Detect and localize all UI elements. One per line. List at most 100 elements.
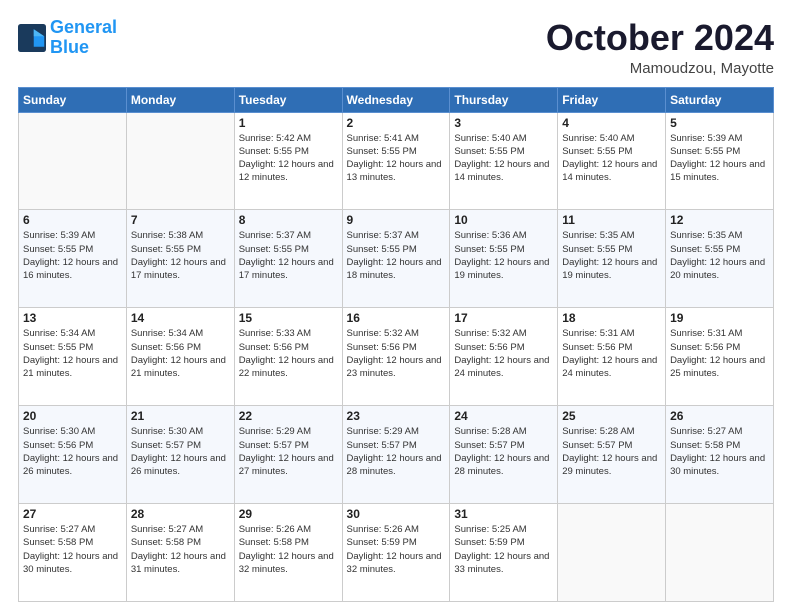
day-info: Sunrise: 5:41 AMSunset: 5:55 PMDaylight:… bbox=[347, 132, 446, 185]
calendar-cell: 18Sunrise: 5:31 AMSunset: 5:56 PMDayligh… bbox=[558, 308, 666, 406]
calendar-cell: 1 Sunrise: 5:42 AMSunset: 5:55 PMDaylight… bbox=[234, 112, 342, 210]
day-number: 16 bbox=[347, 311, 446, 325]
day-info: Sunrise: 5:26 AMSunset: 5:59 PMDaylight:… bbox=[347, 523, 446, 576]
page: General Blue October 2024 Mamoudzou, May… bbox=[0, 0, 792, 612]
day-info: Sunrise: 5:28 AMSunset: 5:57 PMDaylight:… bbox=[562, 425, 661, 478]
calendar-cell: 24 Sunrise: 5:28 AMSunset: 5:57 PMDayligh… bbox=[450, 406, 558, 504]
weekday-header: Saturday bbox=[666, 87, 774, 112]
day-number: 27 bbox=[23, 507, 122, 521]
day-number: 19 bbox=[670, 311, 769, 325]
calendar-cell: 25 Sunrise: 5:28 AMSunset: 5:57 PMDayligh… bbox=[558, 406, 666, 504]
day-number: 11 bbox=[562, 213, 661, 227]
day-number: 25 bbox=[562, 409, 661, 423]
day-number: 10 bbox=[454, 213, 553, 227]
day-info: Sunrise: 5:30 AMSunset: 5:56 PMDaylight:… bbox=[23, 425, 122, 478]
day-info: Sunrise: 5:42 AMSunset: 5:55 PMDaylight:… bbox=[239, 132, 338, 185]
logo-icon bbox=[18, 24, 46, 52]
logo-line1: General bbox=[50, 17, 117, 37]
day-info: Sunrise: 5:33 AMSunset: 5:56 PMDaylight:… bbox=[239, 327, 338, 380]
logo-line2: Blue bbox=[50, 37, 89, 57]
day-number: 30 bbox=[347, 507, 446, 521]
calendar-cell: 30 Sunrise: 5:26 AMSunset: 5:59 PMDayligh… bbox=[342, 504, 450, 602]
location: Mamoudzou, Mayotte bbox=[546, 60, 774, 77]
day-info: Sunrise: 5:26 AMSunset: 5:58 PMDaylight:… bbox=[239, 523, 338, 576]
calendar-cell: 20 Sunrise: 5:30 AMSunset: 5:56 PMDayligh… bbox=[19, 406, 127, 504]
logo: General Blue bbox=[18, 18, 117, 58]
day-number: 4 bbox=[562, 116, 661, 130]
weekday-header: Tuesday bbox=[234, 87, 342, 112]
title-block: October 2024 Mamoudzou, Mayotte bbox=[546, 18, 774, 77]
calendar-cell: 6 Sunrise: 5:39 AMSunset: 5:55 PMDaylight… bbox=[19, 210, 127, 308]
calendar-cell: 15 Sunrise: 5:33 AMSunset: 5:56 PMDayligh… bbox=[234, 308, 342, 406]
header: General Blue October 2024 Mamoudzou, May… bbox=[18, 18, 774, 77]
calendar-cell: 22Sunrise: 5:29 AMSunset: 5:57 PMDayligh… bbox=[234, 406, 342, 504]
day-number: 2 bbox=[347, 116, 446, 130]
calendar-cell: 8 Sunrise: 5:37 AMSunset: 5:55 PMDaylight… bbox=[234, 210, 342, 308]
day-info: Sunrise: 5:38 AMSunset: 5:55 PMDaylight:… bbox=[131, 229, 230, 282]
calendar-cell: 23Sunrise: 5:29 AMSunset: 5:57 PMDayligh… bbox=[342, 406, 450, 504]
calendar-cell: 4 Sunrise: 5:40 AMSunset: 5:55 PMDaylight… bbox=[558, 112, 666, 210]
day-number: 26 bbox=[670, 409, 769, 423]
day-info: Sunrise: 5:29 AMSunset: 5:57 PMDaylight:… bbox=[347, 425, 446, 478]
calendar-cell: 28 Sunrise: 5:27 AMSunset: 5:58 PMDayligh… bbox=[126, 504, 234, 602]
weekday-header: Wednesday bbox=[342, 87, 450, 112]
day-info: Sunrise: 5:37 AMSunset: 5:55 PMDaylight:… bbox=[239, 229, 338, 282]
day-info: Sunrise: 5:34 AMSunset: 5:55 PMDaylight:… bbox=[23, 327, 122, 380]
day-number: 20 bbox=[23, 409, 122, 423]
day-info: Sunrise: 5:28 AMSunset: 5:57 PMDaylight:… bbox=[454, 425, 553, 478]
day-number: 18 bbox=[562, 311, 661, 325]
day-info: Sunrise: 5:37 AMSunset: 5:55 PMDaylight:… bbox=[347, 229, 446, 282]
day-info: Sunrise: 5:27 AMSunset: 5:58 PMDaylight:… bbox=[670, 425, 769, 478]
day-info: Sunrise: 5:35 AMSunset: 5:55 PMDaylight:… bbox=[562, 229, 661, 282]
day-info: Sunrise: 5:31 AMSunset: 5:56 PMDaylight:… bbox=[670, 327, 769, 380]
day-number: 15 bbox=[239, 311, 338, 325]
weekday-header: Thursday bbox=[450, 87, 558, 112]
calendar-cell: 29Sunrise: 5:26 AMSunset: 5:58 PMDayligh… bbox=[234, 504, 342, 602]
day-number: 12 bbox=[670, 213, 769, 227]
day-number: 5 bbox=[670, 116, 769, 130]
day-number: 31 bbox=[454, 507, 553, 521]
day-info: Sunrise: 5:39 AMSunset: 5:55 PMDaylight:… bbox=[670, 132, 769, 185]
day-number: 24 bbox=[454, 409, 553, 423]
calendar-cell: 26 Sunrise: 5:27 AMSunset: 5:58 PMDayligh… bbox=[666, 406, 774, 504]
calendar-cell: 16 Sunrise: 5:32 AMSunset: 5:56 PMDayligh… bbox=[342, 308, 450, 406]
logo-text: General Blue bbox=[50, 18, 117, 58]
calendar-cell: 19 Sunrise: 5:31 AMSunset: 5:56 PMDayligh… bbox=[666, 308, 774, 406]
calendar-cell: 3Sunrise: 5:40 AMSunset: 5:55 PMDaylight… bbox=[450, 112, 558, 210]
calendar-cell: 5 Sunrise: 5:39 AMSunset: 5:55 PMDaylight… bbox=[666, 112, 774, 210]
day-info: Sunrise: 5:40 AMSunset: 5:55 PMDaylight:… bbox=[562, 132, 661, 185]
day-number: 13 bbox=[23, 311, 122, 325]
calendar-cell bbox=[666, 504, 774, 602]
calendar-cell: 10 Sunrise: 5:36 AMSunset: 5:55 PMDayligh… bbox=[450, 210, 558, 308]
day-number: 7 bbox=[131, 213, 230, 227]
day-number: 21 bbox=[131, 409, 230, 423]
day-number: 9 bbox=[347, 213, 446, 227]
calendar-cell: 14Sunrise: 5:34 AMSunset: 5:56 PMDayligh… bbox=[126, 308, 234, 406]
day-info: Sunrise: 5:25 AMSunset: 5:59 PMDaylight:… bbox=[454, 523, 553, 576]
day-info: Sunrise: 5:40 AMSunset: 5:55 PMDaylight:… bbox=[454, 132, 553, 185]
day-info: Sunrise: 5:32 AMSunset: 5:56 PMDaylight:… bbox=[454, 327, 553, 380]
calendar-cell: 2 Sunrise: 5:41 AMSunset: 5:55 PMDaylight… bbox=[342, 112, 450, 210]
day-number: 6 bbox=[23, 213, 122, 227]
calendar-cell bbox=[558, 504, 666, 602]
calendar-cell: 9 Sunrise: 5:37 AMSunset: 5:55 PMDaylight… bbox=[342, 210, 450, 308]
calendar-cell: 12 Sunrise: 5:35 AMSunset: 5:55 PMDayligh… bbox=[666, 210, 774, 308]
calendar-cell: 11 Sunrise: 5:35 AMSunset: 5:55 PMDayligh… bbox=[558, 210, 666, 308]
calendar-cell: 31 Sunrise: 5:25 AMSunset: 5:59 PMDayligh… bbox=[450, 504, 558, 602]
day-number: 17 bbox=[454, 311, 553, 325]
day-info: Sunrise: 5:27 AMSunset: 5:58 PMDaylight:… bbox=[131, 523, 230, 576]
day-info: Sunrise: 5:39 AMSunset: 5:55 PMDaylight:… bbox=[23, 229, 122, 282]
day-number: 8 bbox=[239, 213, 338, 227]
calendar-cell: 17 Sunrise: 5:32 AMSunset: 5:56 PMDayligh… bbox=[450, 308, 558, 406]
day-info: Sunrise: 5:35 AMSunset: 5:55 PMDaylight:… bbox=[670, 229, 769, 282]
calendar-table: SundayMondayTuesdayWednesdayThursdayFrid… bbox=[18, 87, 774, 602]
day-number: 28 bbox=[131, 507, 230, 521]
day-info: Sunrise: 5:36 AMSunset: 5:55 PMDaylight:… bbox=[454, 229, 553, 282]
day-info: Sunrise: 5:34 AMSunset: 5:56 PMDaylight:… bbox=[131, 327, 230, 380]
day-info: Sunrise: 5:27 AMSunset: 5:58 PMDaylight:… bbox=[23, 523, 122, 576]
day-info: Sunrise: 5:32 AMSunset: 5:56 PMDaylight:… bbox=[347, 327, 446, 380]
calendar-cell: 13 Sunrise: 5:34 AMSunset: 5:55 PMDayligh… bbox=[19, 308, 127, 406]
day-number: 1 bbox=[239, 116, 338, 130]
day-info: Sunrise: 5:30 AMSunset: 5:57 PMDaylight:… bbox=[131, 425, 230, 478]
day-info: Sunrise: 5:29 AMSunset: 5:57 PMDaylight:… bbox=[239, 425, 338, 478]
